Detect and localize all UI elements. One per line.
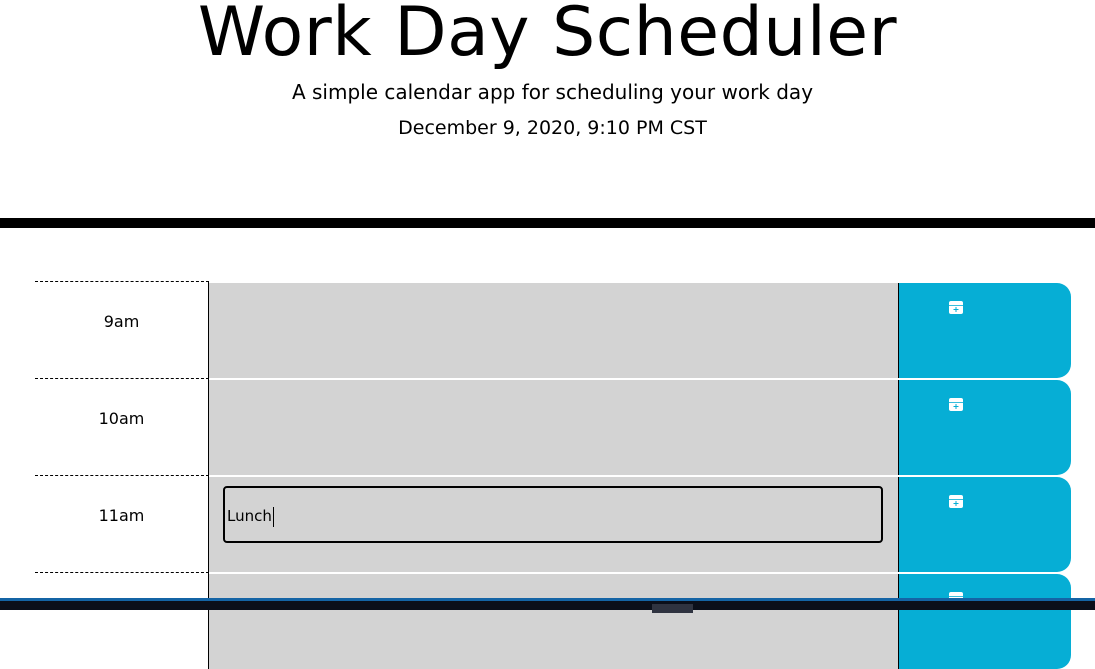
event-textarea[interactable] — [209, 574, 899, 669]
hour-label — [35, 572, 209, 669]
save-button[interactable] — [899, 283, 1071, 378]
time-block-row: 10am — [35, 378, 1071, 475]
os-taskbar — [0, 598, 1095, 613]
calendar-plus-icon — [949, 398, 963, 411]
taskbar-item[interactable] — [652, 604, 693, 613]
save-button[interactable] — [899, 380, 1071, 475]
hour-label: 9am — [35, 281, 209, 378]
current-date: December 9, 2020, 9:10 PM CST — [398, 117, 707, 139]
event-textarea[interactable] — [209, 283, 899, 378]
event-textarea[interactable]: Lunch — [223, 486, 883, 543]
calendar-plus-icon — [949, 301, 963, 314]
time-blocks: 9am 10am 11am Lunch — [35, 281, 1071, 669]
event-text: Lunch — [227, 507, 272, 525]
page-subtitle: A simple calendar app for scheduling you… — [291, 80, 814, 104]
event-textarea[interactable] — [209, 380, 899, 475]
event-column: Lunch — [209, 477, 899, 572]
hour-label: 10am — [35, 378, 209, 475]
text-cursor — [272, 506, 274, 527]
save-button[interactable] — [899, 574, 1071, 669]
save-button[interactable] — [899, 477, 1071, 572]
header: Work Day Scheduler A simple calendar app… — [0, 0, 1095, 228]
time-block-row: 9am — [35, 281, 1071, 378]
time-block-row: 11am Lunch — [35, 475, 1071, 572]
calendar-plus-icon — [949, 495, 963, 508]
time-block-row — [35, 572, 1071, 669]
hour-label: 11am — [35, 475, 209, 572]
page-title: Work Day Scheduler — [197, 0, 898, 72]
